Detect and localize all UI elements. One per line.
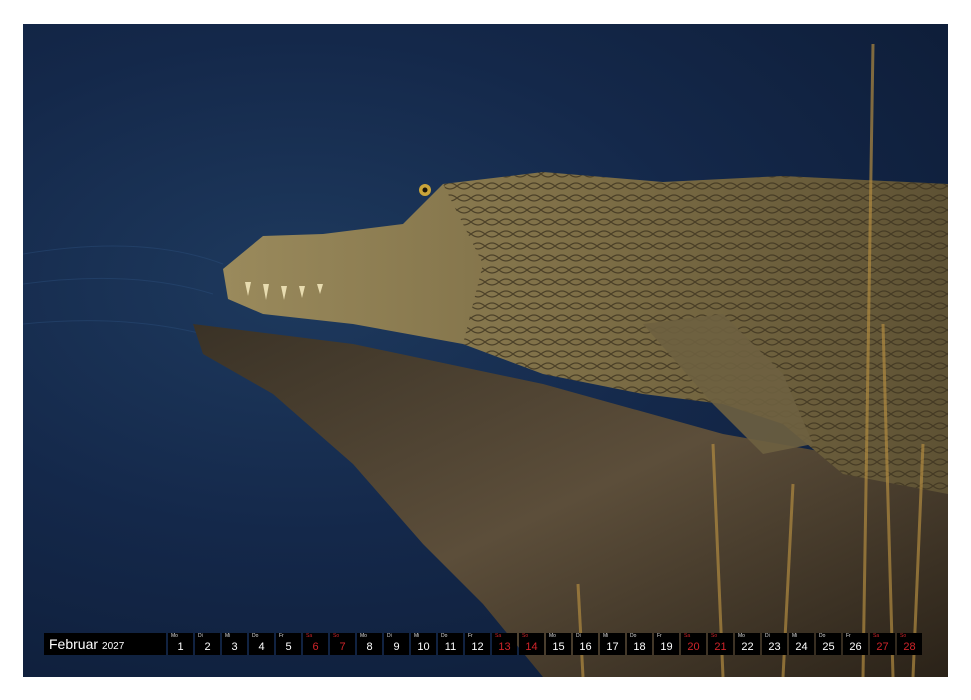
weekday-label: Fr xyxy=(657,633,662,639)
day-cell: Di 2 xyxy=(195,633,220,655)
day-number: 15 xyxy=(552,641,565,653)
day-cell: Do 25 xyxy=(816,633,841,655)
day-number: 4 xyxy=(258,641,265,653)
weekday-label: Fr xyxy=(846,633,851,639)
day-cell: Fr 12 xyxy=(465,633,490,655)
weekday-label: Sa xyxy=(684,633,691,639)
day-number: 3 xyxy=(231,641,238,653)
day-number: 27 xyxy=(876,641,889,653)
weekday-label: Di xyxy=(387,633,392,639)
day-number: 13 xyxy=(498,641,511,653)
day-number: 23 xyxy=(768,641,781,653)
day-number: 9 xyxy=(393,641,400,653)
weekday-label: Di xyxy=(576,633,581,639)
photo-illustration xyxy=(23,43,948,677)
day-cell: Di 23 xyxy=(762,633,787,655)
day-number: 28 xyxy=(903,641,916,653)
day-cell: So 7 xyxy=(330,633,355,655)
day-number: 17 xyxy=(606,641,619,653)
day-number: 11 xyxy=(444,641,457,653)
weekday-label: Do xyxy=(819,633,826,639)
weekday-label: Mi xyxy=(414,633,420,639)
weekday-label: Fr xyxy=(279,633,284,639)
day-cell: Fr 26 xyxy=(843,633,868,655)
weekday-label: Do xyxy=(252,633,259,639)
day-number: 6 xyxy=(312,641,319,653)
day-cell: Sa 13 xyxy=(492,633,517,655)
day-cell: So 28 xyxy=(897,633,922,655)
day-number: 18 xyxy=(633,641,646,653)
water-ripples xyxy=(23,245,224,335)
month-label: Februar 2027 xyxy=(44,633,166,655)
day-cells: Mo 1 Di 2 Mi 3 Do 4 Fr 5 Sa 6 So 7 Mo 8 Di 9 Mi 10 Do 11 Fr 12 S… xyxy=(168,633,922,655)
day-number: 14 xyxy=(525,641,538,653)
day-number: 16 xyxy=(579,641,592,653)
day-cell: So 14 xyxy=(519,633,544,655)
day-cell: Fr 5 xyxy=(276,633,301,655)
weekday-label: So xyxy=(333,633,340,639)
day-cell: Do 4 xyxy=(249,633,274,655)
day-cell: Fr 19 xyxy=(654,633,679,655)
day-cell: Mo 8 xyxy=(357,633,382,655)
crocodile-photo xyxy=(23,24,948,677)
day-cell: Di 16 xyxy=(573,633,598,655)
weekday-label: So xyxy=(522,633,529,639)
weekday-label: Di xyxy=(765,633,770,639)
weekday-label: Sa xyxy=(306,633,313,639)
weekday-label: Fr xyxy=(468,633,473,639)
day-number: 5 xyxy=(285,641,292,653)
weekday-label: Mo xyxy=(549,633,556,639)
weekday-label: Mi xyxy=(603,633,609,639)
day-cell: Mi 10 xyxy=(411,633,436,655)
weekday-label: Mo xyxy=(360,633,367,639)
weekday-label: Mo xyxy=(738,633,745,639)
day-number: 1 xyxy=(177,641,184,653)
weekday-label: Di xyxy=(198,633,203,639)
day-cell: Mi 17 xyxy=(600,633,625,655)
day-number: 26 xyxy=(849,641,862,653)
day-cell: Sa 20 xyxy=(681,633,706,655)
day-number: 22 xyxy=(741,641,754,653)
day-number: 8 xyxy=(366,641,373,653)
day-number: 24 xyxy=(795,641,808,653)
day-number: 19 xyxy=(660,641,673,653)
day-cell: Do 11 xyxy=(438,633,463,655)
day-cell: Do 18 xyxy=(627,633,652,655)
weekday-label: Mo xyxy=(171,633,178,639)
day-cell: Mo 22 xyxy=(735,633,760,655)
day-cell: Mo 1 xyxy=(168,633,193,655)
weekday-label: So xyxy=(900,633,907,639)
day-cell: Sa 6 xyxy=(303,633,328,655)
weekday-label: Sa xyxy=(873,633,880,639)
month-year: 2027 xyxy=(102,641,125,652)
month-name: Februar xyxy=(49,636,99,652)
day-number: 7 xyxy=(339,641,346,653)
day-number: 20 xyxy=(687,641,700,653)
weekday-label: Mi xyxy=(792,633,798,639)
weekday-label: So xyxy=(711,633,718,639)
day-cell: Mi 24 xyxy=(789,633,814,655)
day-cell: Mi 3 xyxy=(222,633,247,655)
day-cell: Di 9 xyxy=(384,633,409,655)
weekday-label: Sa xyxy=(495,633,502,639)
day-number: 12 xyxy=(471,641,484,653)
day-number: 21 xyxy=(714,641,727,653)
day-cell: So 21 xyxy=(708,633,733,655)
day-number: 25 xyxy=(822,641,835,653)
day-cell: Mo 15 xyxy=(546,633,571,655)
weekday-label: Mi xyxy=(225,633,231,639)
weekday-label: Do xyxy=(630,633,637,639)
day-cell: Sa 27 xyxy=(870,633,895,655)
calendar-strip: Februar 2027 Mo 1 Di 2 Mi 3 Do 4 Fr 5 Sa 6 So 7 Mo 8 Di 9… xyxy=(44,633,928,655)
day-number: 10 xyxy=(417,641,430,653)
weekday-label: Do xyxy=(441,633,448,639)
day-number: 2 xyxy=(204,641,211,653)
